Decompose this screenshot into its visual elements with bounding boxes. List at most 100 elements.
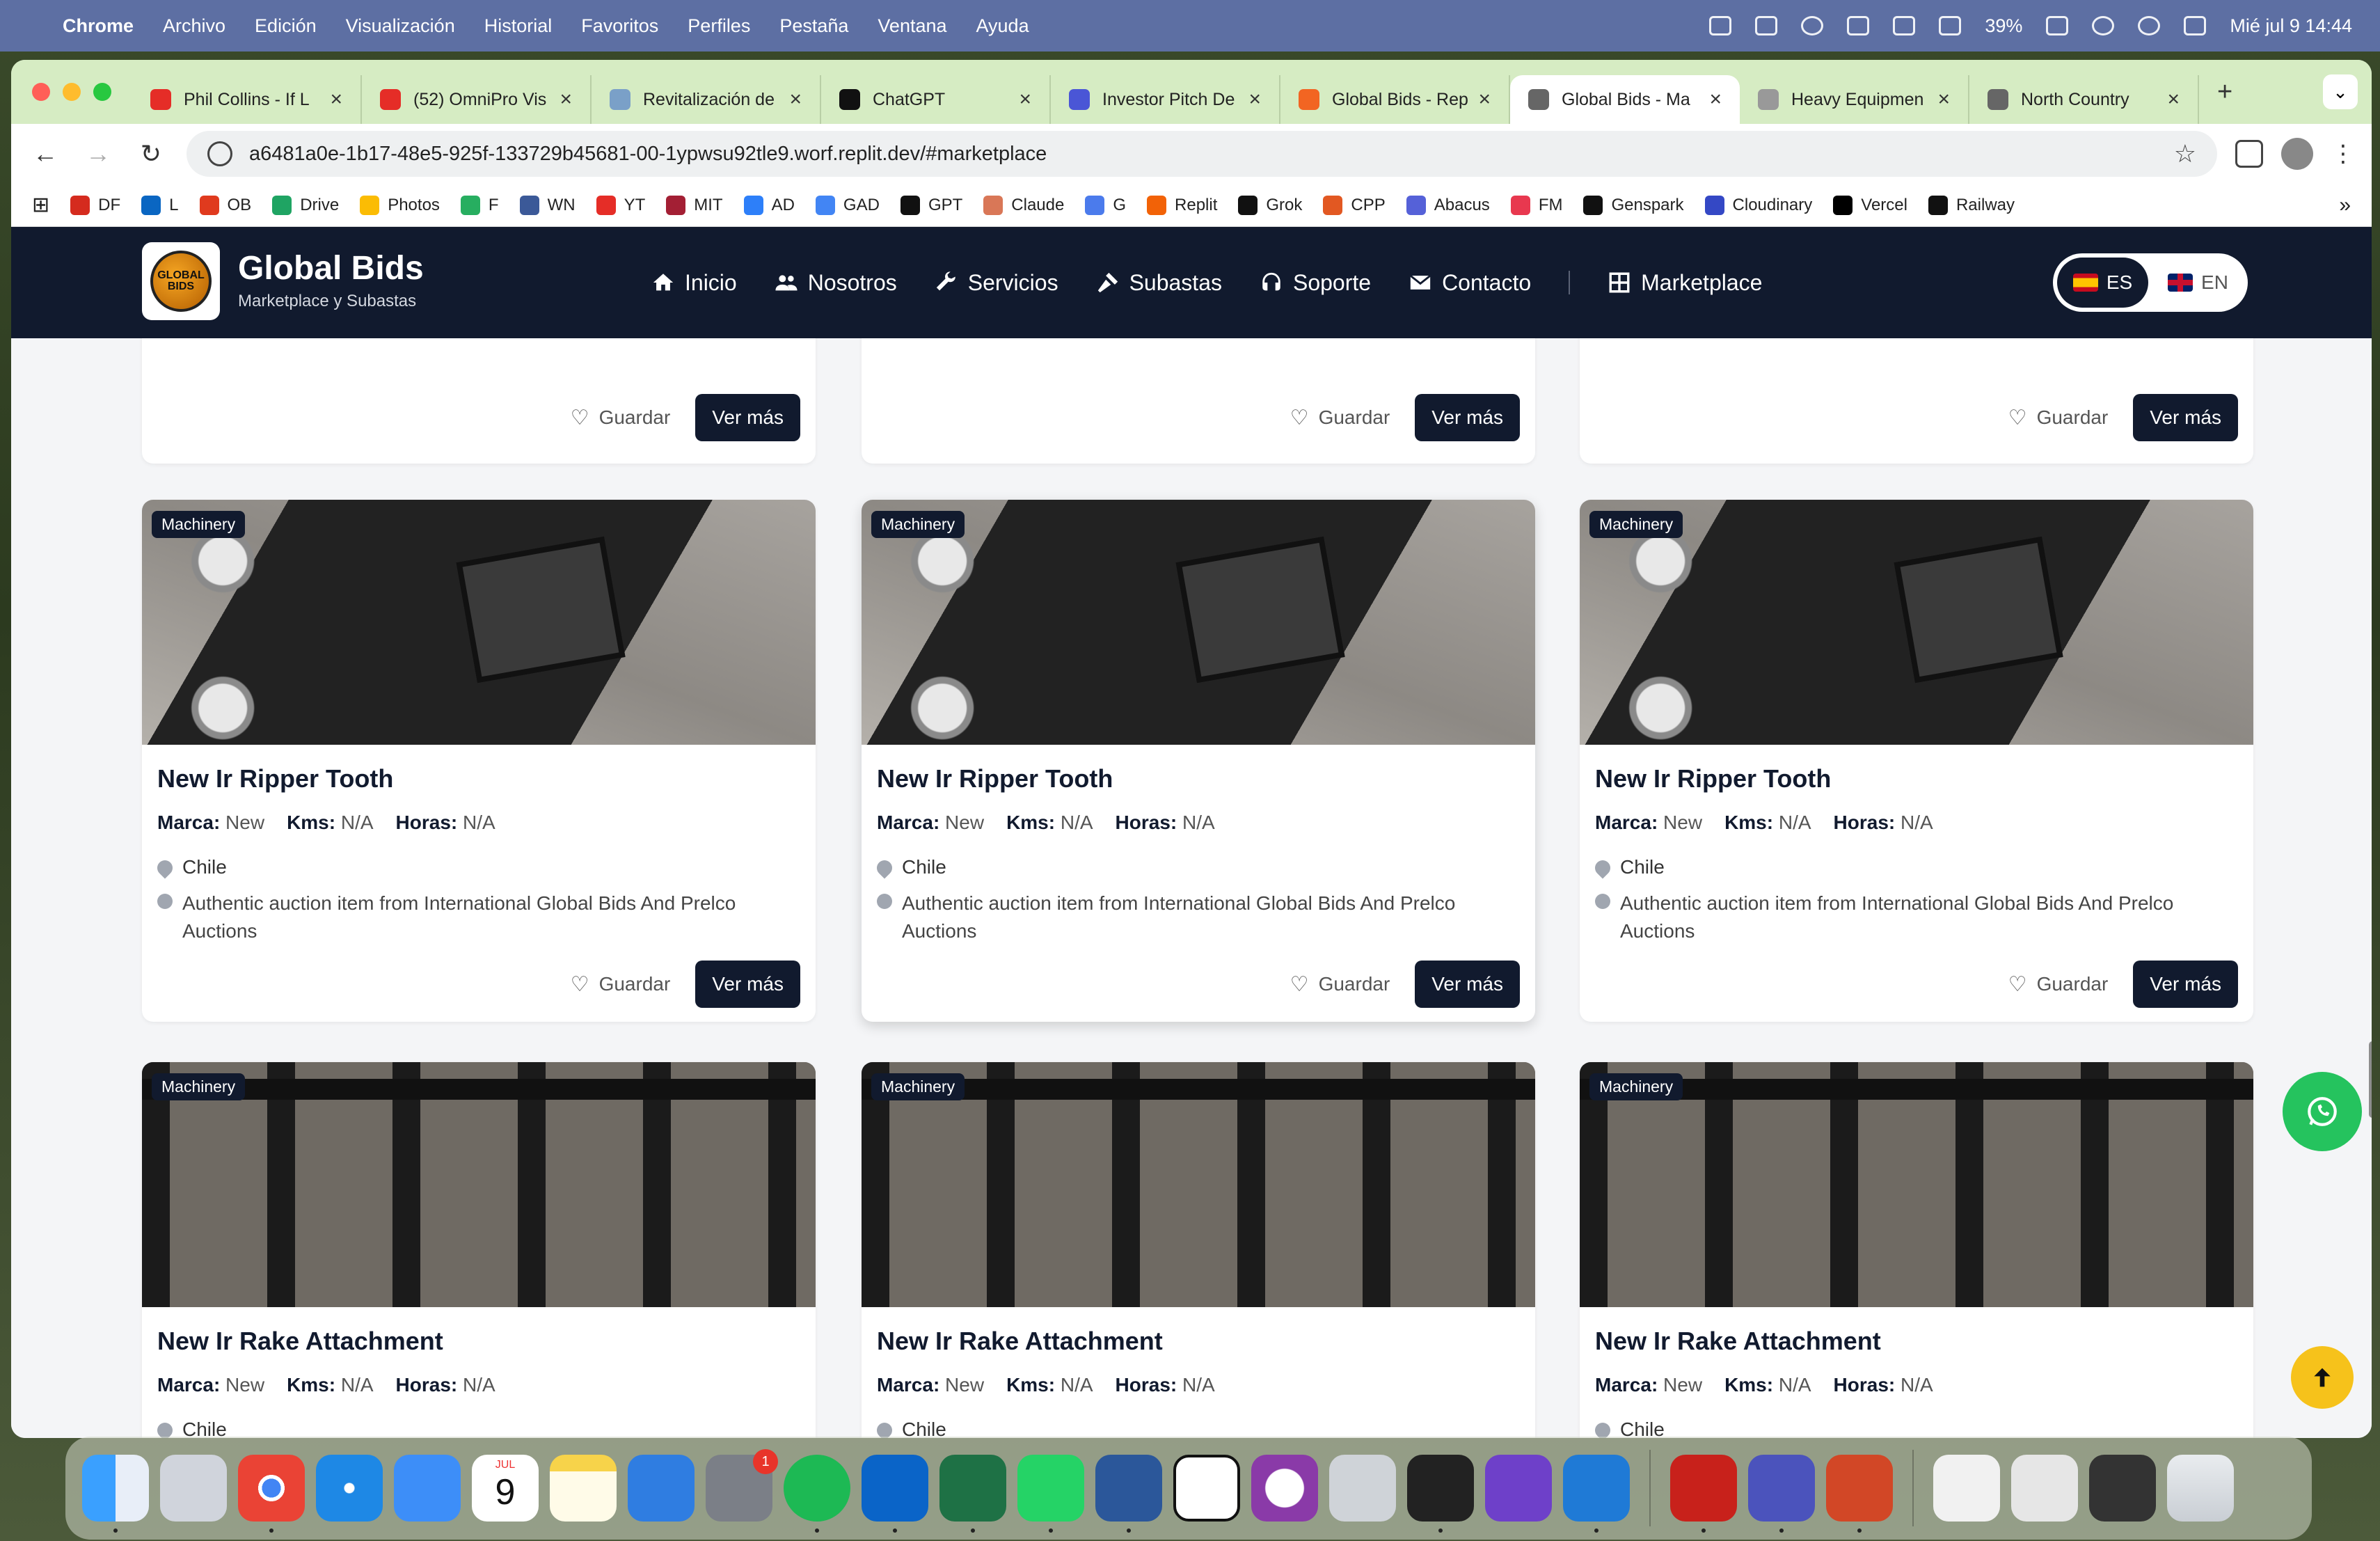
wifi-icon[interactable] xyxy=(2092,16,2115,35)
page-scrollbar[interactable] xyxy=(2369,1041,2372,1118)
view-more-button[interactable]: Ver más xyxy=(1415,394,1520,441)
extensions-puzzle-icon[interactable] xyxy=(2235,140,2263,168)
view-more-button[interactable]: Ver más xyxy=(695,961,800,1008)
bookmark-item[interactable]: YT xyxy=(596,195,645,215)
browser-tab[interactable]: (52) OmniPro Vis × xyxy=(362,75,592,124)
product-card[interactable]: Machinery New Ir Ripper Tooth Marca: New Km… xyxy=(1580,500,2253,1022)
mail-icon[interactable] xyxy=(394,1455,461,1522)
browser-tab[interactable]: Revitalización de × xyxy=(592,75,821,124)
menu-perfiles[interactable]: Perfiles xyxy=(688,15,750,37)
system-settings-icon[interactable]: 1 xyxy=(706,1449,778,1522)
recent-file-preview-icon[interactable] xyxy=(2011,1455,2078,1522)
address-bar[interactable]: a6481a0e-1b17-48e5-925f-133729b45681-00-… xyxy=(187,131,2217,177)
battery-percent[interactable]: 39% xyxy=(1985,15,2022,37)
whatsapp-app-icon[interactable] xyxy=(1017,1455,1084,1533)
save-button[interactable]: ♡ Guardar xyxy=(571,972,671,997)
minimize-window-button[interactable] xyxy=(63,83,81,101)
tab-close-icon[interactable]: × xyxy=(1478,88,1491,111)
tab-close-icon[interactable]: × xyxy=(1248,88,1261,111)
bookmark-item[interactable]: G xyxy=(1085,195,1126,215)
teams-icon[interactable] xyxy=(1748,1455,1815,1533)
product-title[interactable]: New Ir Rake Attachment xyxy=(157,1327,800,1356)
word-icon[interactable] xyxy=(1095,1455,1162,1533)
vscode-icon[interactable] xyxy=(1563,1455,1630,1533)
nav-servicios[interactable]: Servicios xyxy=(935,270,1058,296)
menu-favoritos[interactable]: Favoritos xyxy=(581,15,658,37)
nav-contacto[interactable]: Contacto xyxy=(1409,270,1531,296)
bookmark-item[interactable]: F xyxy=(460,195,499,215)
product-card[interactable]: Machinery New Ir Ripper Tooth Marca: New Km… xyxy=(862,500,1535,1022)
circle-app-icon[interactable] xyxy=(1251,1455,1318,1522)
bookmark-item[interactable]: WN xyxy=(519,195,576,215)
view-more-button[interactable]: Ver más xyxy=(1415,961,1520,1008)
tab-search-chevron-icon[interactable]: ⌄ xyxy=(2323,74,2358,109)
safari-icon[interactable] xyxy=(316,1455,383,1522)
menu-app-name[interactable]: Chrome xyxy=(63,15,134,37)
menu-ventana[interactable]: Ventana xyxy=(878,15,946,37)
nav-soporte[interactable]: Soporte xyxy=(1260,270,1371,296)
save-button[interactable]: ♡ Guardar xyxy=(571,406,671,430)
site-logo[interactable]: GLOBAL BIDS xyxy=(142,242,220,320)
mute-icon[interactable] xyxy=(1847,16,1870,35)
excel-icon[interactable] xyxy=(939,1455,1006,1533)
product-card[interactable]: Machinery New Ir Ripper Tooth Marca: New Km… xyxy=(142,500,816,1022)
bookmark-item[interactable]: MIT xyxy=(666,195,723,215)
bookmark-item[interactable]: Drive xyxy=(272,195,339,215)
spotlight-search-icon[interactable] xyxy=(2138,16,2161,35)
save-button[interactable]: ♡ Guardar xyxy=(1290,406,1390,430)
view-more-button[interactable]: Ver más xyxy=(695,394,800,441)
bookmark-item[interactable]: CPP xyxy=(1323,195,1386,215)
view-more-button[interactable]: Ver más xyxy=(2133,961,2238,1008)
nav-nosotros[interactable]: Nosotros xyxy=(775,270,897,296)
lang-es-button[interactable]: ES xyxy=(2057,258,2148,308)
product-title[interactable]: New Ir Ripper Tooth xyxy=(157,764,800,793)
chrome-menu-icon[interactable]: ⋮ xyxy=(2331,140,2355,168)
product-card[interactable]: Machinery New Ir Rake Attachment Marca: Ne… xyxy=(142,1062,816,1438)
bookmark-item[interactable]: DF xyxy=(70,195,120,215)
battery-icon[interactable] xyxy=(2046,16,2069,35)
bookmark-item[interactable]: GAD xyxy=(815,195,880,215)
tab-close-icon[interactable]: × xyxy=(560,88,572,111)
product-image[interactable]: Machinery xyxy=(142,1062,816,1307)
play-icon[interactable] xyxy=(1801,16,1824,35)
github-desktop-icon[interactable] xyxy=(1485,1455,1552,1522)
fantastical-calendar-icon[interactable] xyxy=(1173,1455,1240,1522)
whatsapp-button[interactable] xyxy=(2283,1072,2362,1151)
product-image[interactable]: Machinery xyxy=(142,500,816,745)
bookmark-star-icon[interactable]: ☆ xyxy=(2174,139,2196,168)
site-info-icon[interactable] xyxy=(207,141,232,166)
view-more-button[interactable]: Ver más xyxy=(2133,394,2238,441)
trash-icon[interactable] xyxy=(2167,1455,2234,1522)
image-capture-icon[interactable] xyxy=(1755,16,1778,35)
lang-en-button[interactable]: EN xyxy=(2152,258,2244,308)
bookmark-item[interactable]: Railway xyxy=(1928,195,2015,215)
browser-tab[interactable]: Investor Pitch De × xyxy=(1051,75,1280,124)
product-image[interactable]: Machinery xyxy=(862,1062,1535,1307)
screen-share-icon[interactable] xyxy=(1709,16,1732,35)
menu-ayuda[interactable]: Ayuda xyxy=(976,15,1029,37)
menu-historial[interactable]: Historial xyxy=(484,15,553,37)
control-center-icon[interactable] xyxy=(2184,16,2207,35)
bookmark-item[interactable]: GPT xyxy=(900,195,962,215)
product-title[interactable]: New Ir Ripper Tooth xyxy=(877,764,1520,793)
apps-grid-icon[interactable]: ⊞ xyxy=(32,193,49,217)
tab-close-icon[interactable]: × xyxy=(1937,88,1950,111)
product-title[interactable]: New Ir Rake Attachment xyxy=(1595,1327,2238,1356)
tab-close-icon[interactable]: × xyxy=(330,88,342,111)
brand-block[interactable]: Global Bids Marketplace y Subastas xyxy=(238,249,424,311)
bookmark-item[interactable]: Abacus xyxy=(1406,195,1490,215)
bookmark-item[interactable]: AD xyxy=(743,195,795,215)
calendar-icon[interactable]: JUL 9 xyxy=(472,1455,539,1522)
bookmark-item[interactable]: Grok xyxy=(1238,195,1302,215)
bookmark-item[interactable]: Cloudinary xyxy=(1704,195,1812,215)
bookmark-item[interactable]: OB xyxy=(199,195,251,215)
nav-marketplace[interactable]: Marketplace xyxy=(1608,270,1762,296)
menu-clock[interactable]: Mié jul 9 14:44 xyxy=(2230,15,2352,37)
bookmark-item[interactable]: FM xyxy=(1510,195,1562,215)
bookmark-item[interactable]: Claude xyxy=(983,195,1064,215)
keyboard-icon[interactable] xyxy=(1939,16,1962,35)
product-card[interactable]: Machinery New Ir Rake Attachment Marca: Ne… xyxy=(862,1062,1535,1438)
scroll-to-top-button[interactable] xyxy=(2291,1346,2354,1409)
chrome-icon[interactable] xyxy=(238,1455,305,1533)
menu-pestana[interactable]: Pestaña xyxy=(779,15,848,37)
